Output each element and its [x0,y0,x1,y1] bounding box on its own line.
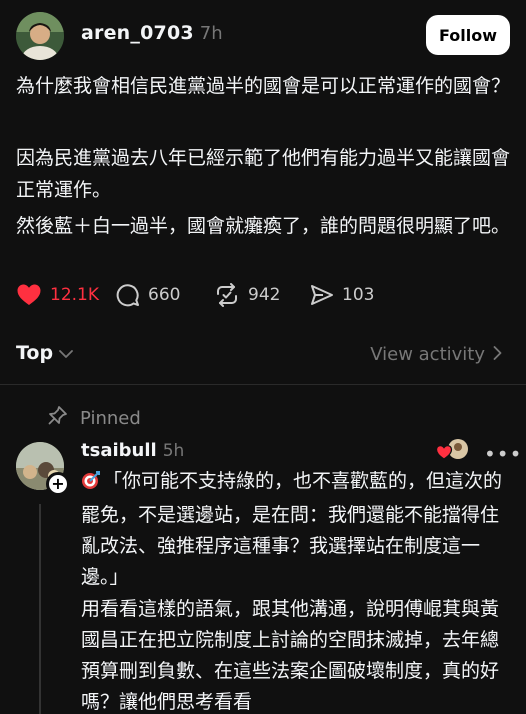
share-count: 103 [342,285,375,305]
post-timestamp: 7h [199,23,223,44]
more-options-button[interactable]: ••• [484,442,522,466]
post-paragraph: 為什麼我會相信民進黨過半的國會是可以正常運作的國會？ [16,75,511,97]
paper-plane-icon [310,283,334,307]
author-avatar[interactable] [16,12,64,60]
pin-icon [48,405,68,431]
follow-button[interactable]: Follow [426,15,510,55]
post-header: aren_0703 7h [81,22,223,48]
thread-line [39,504,41,714]
author-username[interactable]: aren_0703 [81,22,194,44]
chevron-down-icon [59,344,73,363]
reply-paragraph: 用看看這樣的語氣，跟其他溝通，說明傅崐萁與黃國昌正在把立院制度上討論的空間抹滅掉… [81,598,500,713]
dart-target-icon [81,469,101,500]
reply-count: 660 [148,285,181,305]
reply-paragraph: 「你可能不支持綠的，也不喜歡藍的，但這次的罷免，不是選邊站，是在問：我們還能不能… [81,466,511,593]
heart-filled-icon [16,283,42,307]
like-count: 12.1K [50,285,99,305]
reply-button[interactable]: 660 [116,283,214,307]
repost-count: 942 [248,285,281,305]
chevron-right-icon [493,344,502,365]
view-activity-link[interactable]: View activity [370,344,502,365]
pinned-label: Pinned [80,407,141,429]
like-button[interactable]: 12.1K [16,283,116,307]
reply-header: tsaibull 5h [81,440,184,461]
sort-dropdown[interactable]: Top [16,342,73,364]
reply-paragraph-text: 「你可能不支持綠的，也不喜歡藍的，但這次的罷免，不是選邊站，是在問：我們還能不能… [81,470,503,588]
post-paragraph: 然後藍＋白一過半，國會就癱瘓了，誰的問題很明顯了吧。 [16,215,511,237]
reply-timestamp: 5h [162,441,185,461]
follow-plus-button[interactable]: + [46,472,70,496]
repost-icon [214,283,240,307]
author-liked-badge [435,437,470,463]
section-divider [0,384,526,385]
post-paragraph: 因為民進黨過去八年已經示範了他們有能力過半又能讓國會正常運作。 [16,147,511,201]
view-activity-label: View activity [370,344,485,365]
sort-label: Top [16,342,54,364]
share-button[interactable]: 103 [310,283,380,307]
post-actions: 12.1K 660 942 103 [16,280,380,310]
pinned-indicator: Pinned [48,405,141,431]
repost-button[interactable]: 942 [214,283,310,307]
reply-username[interactable]: tsaibull [81,440,157,461]
speech-bubble-icon [116,283,140,307]
thread-page: aren_0703 7h Follow 為什麼我會相信民進黨過半的國會是可以正常… [0,0,526,714]
